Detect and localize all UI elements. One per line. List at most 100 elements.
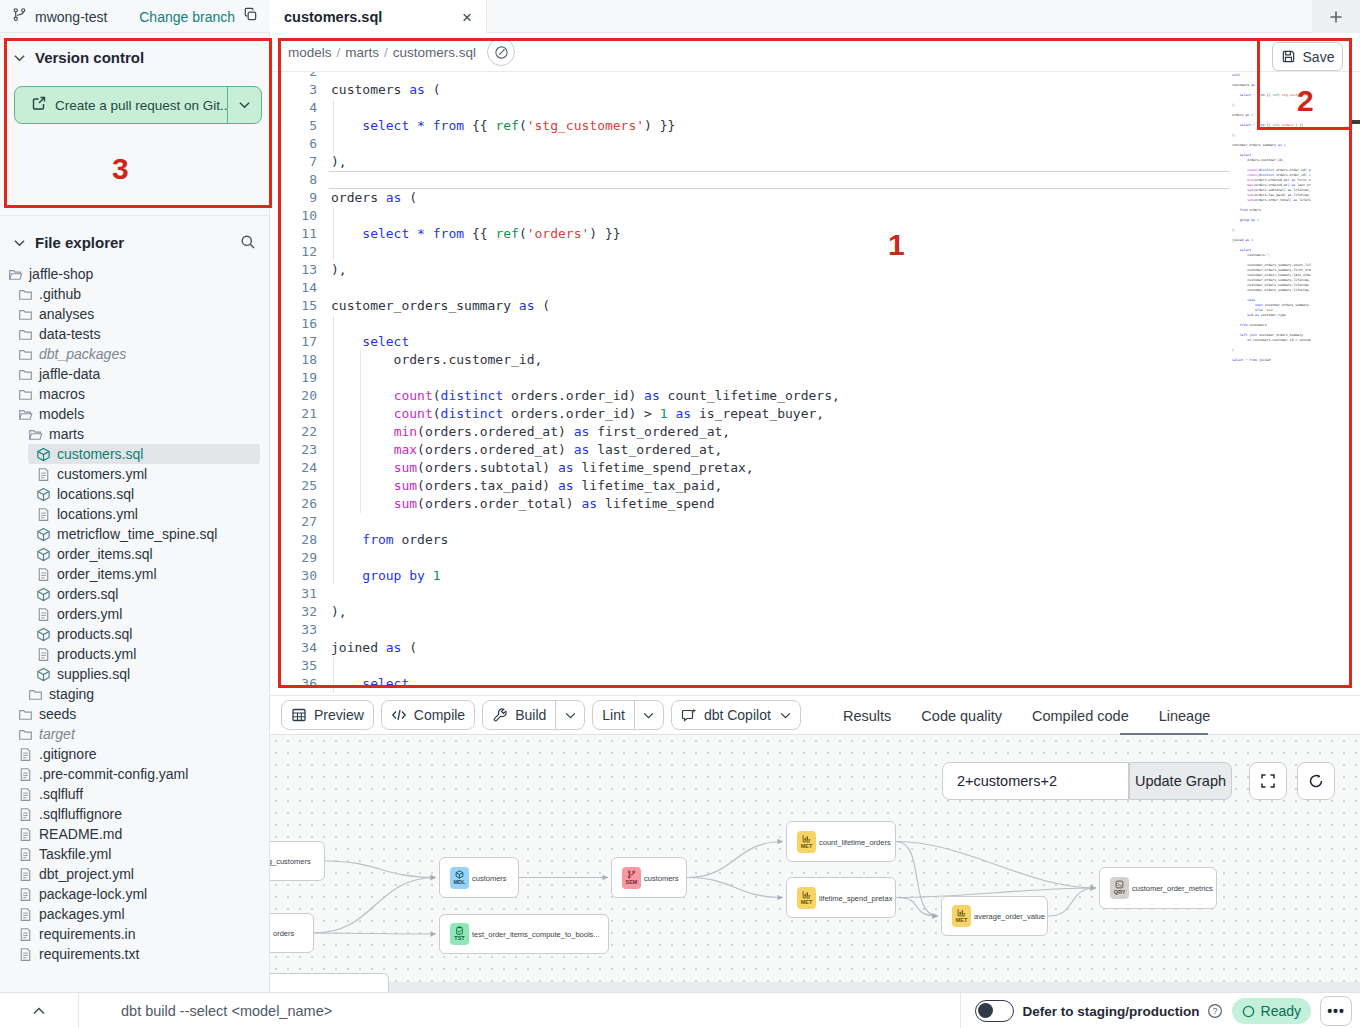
tree-item-target[interactable]: target — [0, 724, 270, 744]
tree-item-dbt-project-yml[interactable]: dbt_project.yml — [0, 864, 270, 884]
node-label: lifetime_spend_pretax — [819, 893, 892, 902]
tree-item-package-lock-yml[interactable]: package-lock.yml — [0, 884, 270, 904]
tree-item-customers-sql[interactable]: customers.sql — [0, 444, 270, 464]
ready-status-badge[interactable]: Ready — [1232, 998, 1311, 1024]
tree-item-taskfile-yml[interactable]: Taskfile.yml — [0, 844, 270, 864]
tree-item-marts[interactable]: marts — [0, 424, 270, 444]
lineage-filter-input[interactable]: 2+customers+2 — [942, 762, 1129, 800]
lineage-canvas[interactable]: MDLstg_customers MDLorders MDLcustomers TST… — [270, 735, 1360, 992]
tree-item-staging[interactable]: staging — [0, 684, 270, 704]
tree-item-products-sql[interactable]: products.sql — [0, 624, 270, 644]
breadcrumb-part[interactable]: marts — [345, 45, 379, 60]
dbt-copilot-button[interactable]: dbt Copilot — [671, 700, 801, 730]
file-icon — [18, 767, 33, 782]
lint-button[interactable]: Lint — [592, 700, 664, 730]
version-control-header[interactable]: Version control — [14, 49, 144, 66]
tree-item-label: staging — [49, 686, 94, 702]
breadcrumb-bar: models/marts/customers.sql Save — [270, 33, 1360, 72]
more-options-button[interactable]: ••• — [1320, 996, 1352, 1026]
model-icon — [36, 547, 51, 562]
expand-console-icon[interactable] — [0, 1007, 78, 1015]
code-editor[interactable]: 1 2 3 4 5 6 7 8 9 10 11 12 13 14 15 16 1… — [270, 72, 1360, 695]
lineage-node-orders[interactable]: MDLorders — [270, 913, 314, 953]
lineage-node-count[interactable]: METcount_lifetime_orders — [786, 821, 896, 862]
button-label: Build — [515, 707, 546, 723]
scrollbar-thumb[interactable] — [1352, 120, 1360, 124]
file-icon — [18, 847, 33, 862]
tree-item--sqlfluffignore[interactable]: .sqlfluffignore — [0, 804, 270, 824]
tree-item-order-items-yml[interactable]: order_items.yml — [0, 564, 270, 584]
tree-item-jaffle-data[interactable]: jaffle-data — [0, 364, 270, 384]
new-tab-button[interactable] — [1312, 0, 1360, 33]
help-icon[interactable]: ? — [1207, 1003, 1223, 1019]
tree-item-dbt-packages[interactable]: dbt_packages — [0, 344, 270, 364]
change-branch-link[interactable]: Change branch — [139, 9, 235, 25]
chevron-down-icon[interactable] — [555, 701, 584, 729]
breadcrumb-part[interactable]: customers.sql — [393, 45, 476, 60]
close-tab-icon[interactable]: × — [462, 9, 472, 26]
tree-item-seeds[interactable]: seeds — [0, 704, 270, 724]
lineage-node-customers_sem[interactable]: SEMcustomers — [611, 857, 687, 898]
lineage-node-metrics[interactable]: QRYcustomer_order_metrics — [1099, 867, 1217, 909]
tree-item--sqlfluff[interactable]: .sqlfluff — [0, 784, 270, 804]
tree-item-customers-yml[interactable]: customers.yml — [0, 464, 270, 484]
tree-item-requirements-txt[interactable]: requirements.txt — [0, 944, 270, 964]
tree-item-supplies-sql[interactable]: supplies.sql — [0, 664, 270, 684]
lineage-node-stg_customers[interactable]: MDLstg_customers — [270, 841, 325, 881]
tree-item-models[interactable]: models — [0, 404, 270, 424]
tab-code-quality[interactable]: Code quality — [921, 708, 1002, 724]
lineage-node-clipped[interactable] — [270, 973, 389, 992]
search-icon[interactable] — [240, 234, 256, 254]
tab-results[interactable]: Results — [843, 708, 891, 724]
lineage-node-aov[interactable]: METaverage_order_value — [941, 896, 1048, 936]
line-numbers: 1 2 3 4 5 6 7 8 9 10 11 12 13 14 15 16 1… — [270, 72, 317, 693]
file-icon — [36, 567, 51, 582]
tree-item-products-yml[interactable]: products.yml — [0, 644, 270, 664]
preview-button[interactable]: Preview — [281, 700, 374, 730]
button-label: Lint — [602, 707, 625, 723]
tab-compiled-code[interactable]: Compiled code — [1032, 708, 1129, 724]
breadcrumb-part[interactable]: models — [288, 45, 332, 60]
tree-item-data-tests[interactable]: data-tests — [0, 324, 270, 344]
update-graph-button[interactable]: Update Graph — [1129, 762, 1232, 800]
cli-command[interactable]: dbt build --select <model_name> — [121, 1003, 332, 1019]
folder-open-icon — [18, 407, 33, 422]
lineage-node-customers_mdl[interactable]: MDLcustomers — [439, 857, 519, 898]
tree-item--pre-commit-config-yaml[interactable]: .pre-commit-config.yaml — [0, 764, 270, 784]
tab-lineage[interactable]: Lineage — [1159, 708, 1211, 724]
file-explorer-header[interactable]: File explorer — [14, 234, 124, 251]
compile-button[interactable]: Compile — [381, 700, 475, 730]
create-pull-request-button[interactable]: Create a pull request on Git... — [14, 86, 262, 124]
copy-icon[interactable] — [243, 7, 258, 26]
status-bar: dbt build --select <model_name> Defer to… — [0, 992, 1360, 1028]
refresh-button[interactable] — [1297, 762, 1335, 800]
tree-item-locations-yml[interactable]: locations.yml — [0, 504, 270, 524]
copilot-circle-icon[interactable] — [487, 38, 515, 66]
fullscreen-button[interactable] — [1249, 762, 1287, 800]
tree-item-orders-yml[interactable]: orders.yml — [0, 604, 270, 624]
tree-item-metricflow-time-spine-sql[interactable]: metricflow_time_spine.sql — [0, 524, 270, 544]
tree-item-jaffle-shop[interactable]: jaffle-shop — [0, 264, 270, 284]
chevron-down-icon[interactable] — [634, 701, 663, 729]
tab-customers-sql[interactable]: customers.sql × — [270, 0, 487, 34]
tree-item--gitignore[interactable]: .gitignore — [0, 744, 270, 764]
tree-item-orders-sql[interactable]: orders.sql — [0, 584, 270, 604]
tree-item--github[interactable]: .github — [0, 284, 270, 304]
tree-item-requirements-in[interactable]: requirements.in — [0, 924, 270, 944]
tree-item-packages-yml[interactable]: packages.yml — [0, 904, 270, 924]
tree-item-analyses[interactable]: analyses — [0, 304, 270, 324]
lineage-node-pretax[interactable]: METlifetime_spend_pretax — [786, 877, 896, 918]
branch-icon — [12, 7, 27, 26]
folder-icon — [18, 287, 33, 302]
lineage-node-test[interactable]: TSTtest_order_items_compute_to_bools... — [439, 914, 609, 954]
defer-toggle[interactable] — [975, 1000, 1014, 1022]
tree-item-macros[interactable]: macros — [0, 384, 270, 404]
tree-item-order-items-sql[interactable]: order_items.sql — [0, 544, 270, 564]
build-button[interactable]: Build — [482, 700, 585, 730]
pr-options-chevron[interactable] — [227, 87, 261, 123]
tree-item-readme-md[interactable]: README.md — [0, 824, 270, 844]
tree-item-locations-sql[interactable]: locations.sql — [0, 484, 270, 504]
button-label: Preview — [314, 707, 364, 723]
save-button[interactable]: Save — [1272, 42, 1343, 71]
minimap[interactable]: with customers as ( select * from {{ ref… — [1232, 73, 1311, 553]
